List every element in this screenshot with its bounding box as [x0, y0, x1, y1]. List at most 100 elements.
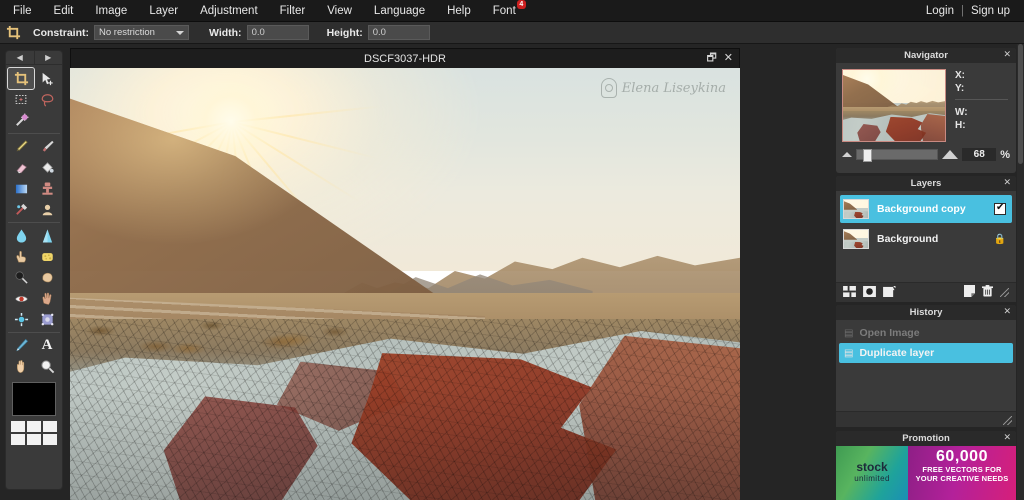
tool-pinch[interactable]: [8, 309, 34, 330]
layer-mask-icon[interactable]: [863, 285, 876, 300]
zoom-slider-handle[interactable]: [863, 149, 873, 162]
navigator-thumbnail[interactable]: [842, 69, 946, 142]
tool-pencil[interactable]: [8, 136, 34, 157]
layers-toolbar: [836, 282, 1016, 302]
promotion-copy: 60,000 FREE VECTORS FOR YOUR CREATIVE NE…: [908, 446, 1016, 500]
tool-hand[interactable]: [8, 356, 34, 377]
zoom-in-icon[interactable]: [942, 150, 959, 159]
tool-clone-stamp[interactable]: [34, 178, 60, 199]
tool-heal[interactable]: [8, 199, 34, 220]
tool-zoom[interactable]: [34, 356, 60, 377]
lock-icon[interactable]: 🔒: [994, 234, 1006, 245]
tool-magic-wand[interactable]: [8, 110, 34, 131]
menu-item-filter[interactable]: Filter: [269, 0, 317, 22]
document-icon: ▤: [844, 347, 854, 359]
menu-item-language[interactable]: Language: [363, 0, 436, 22]
tool-next-button[interactable]: ▶: [35, 51, 63, 64]
menu-item-file[interactable]: File: [0, 0, 43, 22]
zoom-slider[interactable]: [856, 149, 939, 162]
tool-dodge[interactable]: [8, 267, 34, 288]
tool-move[interactable]: [34, 68, 60, 89]
restore-icon[interactable]: 🗗: [706, 52, 716, 64]
navigator-header[interactable]: Navigator ✕: [836, 48, 1016, 63]
tool-sponge[interactable]: [34, 246, 60, 267]
menu-item-view[interactable]: View: [316, 0, 363, 22]
tool-bloat[interactable]: [34, 288, 60, 309]
menu-item-edit[interactable]: Edit: [43, 0, 85, 22]
menu-item-image[interactable]: Image: [84, 0, 138, 22]
layer-row[interactable]: Background copy: [840, 195, 1012, 223]
close-icon[interactable]: ✕: [1003, 177, 1011, 188]
add-layer-icon[interactable]: [883, 285, 896, 300]
menu-item-help[interactable]: Help: [436, 0, 482, 22]
close-icon[interactable]: ✕: [1003, 432, 1011, 443]
layer-visibility-checkbox[interactable]: [994, 202, 1006, 215]
photo-bottom-shadow: [70, 387, 740, 500]
image-canvas[interactable]: Elena Liseykina: [70, 68, 740, 500]
tool-prev-button[interactable]: ◀: [6, 51, 35, 64]
right-scrollbar-thumb[interactable]: [1018, 44, 1023, 164]
image-window-titlebar[interactable]: DSCF3037-HDR 🗗 ✕: [70, 48, 740, 68]
tool-marquee-select[interactable]: [8, 89, 34, 110]
zoom-out-icon[interactable]: [842, 152, 852, 157]
tool-burn[interactable]: [34, 267, 60, 288]
history-header[interactable]: History ✕: [836, 305, 1016, 320]
tool-eraser[interactable]: [8, 157, 34, 178]
layer-list: Background copy Background 🔒: [836, 191, 1016, 253]
tool-type[interactable]: A: [34, 335, 60, 356]
close-icon[interactable]: ✕: [724, 52, 733, 64]
palette-swatch[interactable]: [43, 421, 57, 432]
close-icon[interactable]: ✕: [1003, 306, 1011, 317]
tool-red-eye[interactable]: [34, 199, 60, 220]
chevron-down-icon: [176, 31, 184, 35]
font-notification-badge: 4: [516, 0, 526, 9]
palette-swatch[interactable]: [27, 434, 41, 445]
duplicate-layer-icon[interactable]: [964, 285, 975, 300]
tool-crop[interactable]: [7, 67, 35, 90]
promotion-ad[interactable]: stock unlimited 60,000 FREE VECTORS FOR …: [836, 446, 1016, 500]
right-scrollbar[interactable]: [1017, 44, 1024, 500]
palette-swatch[interactable]: [11, 434, 25, 445]
brush-icon: [42, 140, 54, 152]
zoom-value-input[interactable]: 68: [962, 148, 997, 161]
width-input[interactable]: 0.0: [246, 25, 309, 40]
height-input[interactable]: 0.0: [367, 25, 430, 40]
menu-item-layer[interactable]: Layer: [138, 0, 189, 22]
tool-lasso[interactable]: [34, 89, 60, 110]
eye-icon: [14, 295, 28, 302]
height-value: 0.0: [372, 27, 386, 38]
signup-link[interactable]: Sign up: [971, 5, 1010, 17]
tool-drawing[interactable]: [8, 335, 34, 356]
layer-row[interactable]: Background 🔒: [840, 225, 1012, 253]
login-link[interactable]: Login: [926, 5, 954, 17]
height-group: Height: 0.0: [327, 25, 430, 40]
promotion-header[interactable]: Promotion ✕: [836, 431, 1016, 446]
close-icon[interactable]: ✕: [1003, 49, 1011, 60]
layer-settings-icon[interactable]: [843, 285, 856, 300]
constraint-group: Constraint: No restriction: [33, 25, 189, 40]
navigator-coordinates: X: Y: W: H:: [946, 69, 1010, 142]
tool-warp[interactable]: [34, 309, 60, 330]
tool-blur[interactable]: [8, 225, 34, 246]
watermark-logo-icon: [600, 78, 617, 98]
tool-sharpen[interactable]: [34, 225, 60, 246]
tool-gradient[interactable]: [8, 178, 34, 199]
foreground-color-swatch[interactable]: [12, 382, 56, 416]
palette-swatch[interactable]: [43, 434, 57, 445]
history-list: ▤ Open Image ▤ Duplicate layer: [836, 320, 1016, 363]
delete-layer-icon[interactable]: [982, 285, 993, 300]
menu-item-adjustment[interactable]: Adjustment: [189, 0, 269, 22]
palette-swatch[interactable]: [27, 421, 41, 432]
history-resize-handle[interactable]: [1003, 416, 1012, 425]
layers-resize-handle[interactable]: [1000, 288, 1009, 297]
tool-eye-dropper[interactable]: [8, 288, 34, 309]
tool-smudge[interactable]: [8, 246, 34, 267]
menu-item-font[interactable]: Font 4: [482, 0, 527, 22]
tool-paint-bucket[interactable]: [34, 157, 60, 178]
history-item[interactable]: ▤ Open Image: [839, 323, 1013, 343]
constraint-select[interactable]: No restriction: [94, 25, 189, 40]
history-item[interactable]: ▤ Duplicate layer: [839, 343, 1013, 363]
tool-brush[interactable]: [34, 136, 60, 157]
layers-header[interactable]: Layers ✕: [836, 176, 1016, 191]
palette-swatch[interactable]: [11, 421, 25, 432]
